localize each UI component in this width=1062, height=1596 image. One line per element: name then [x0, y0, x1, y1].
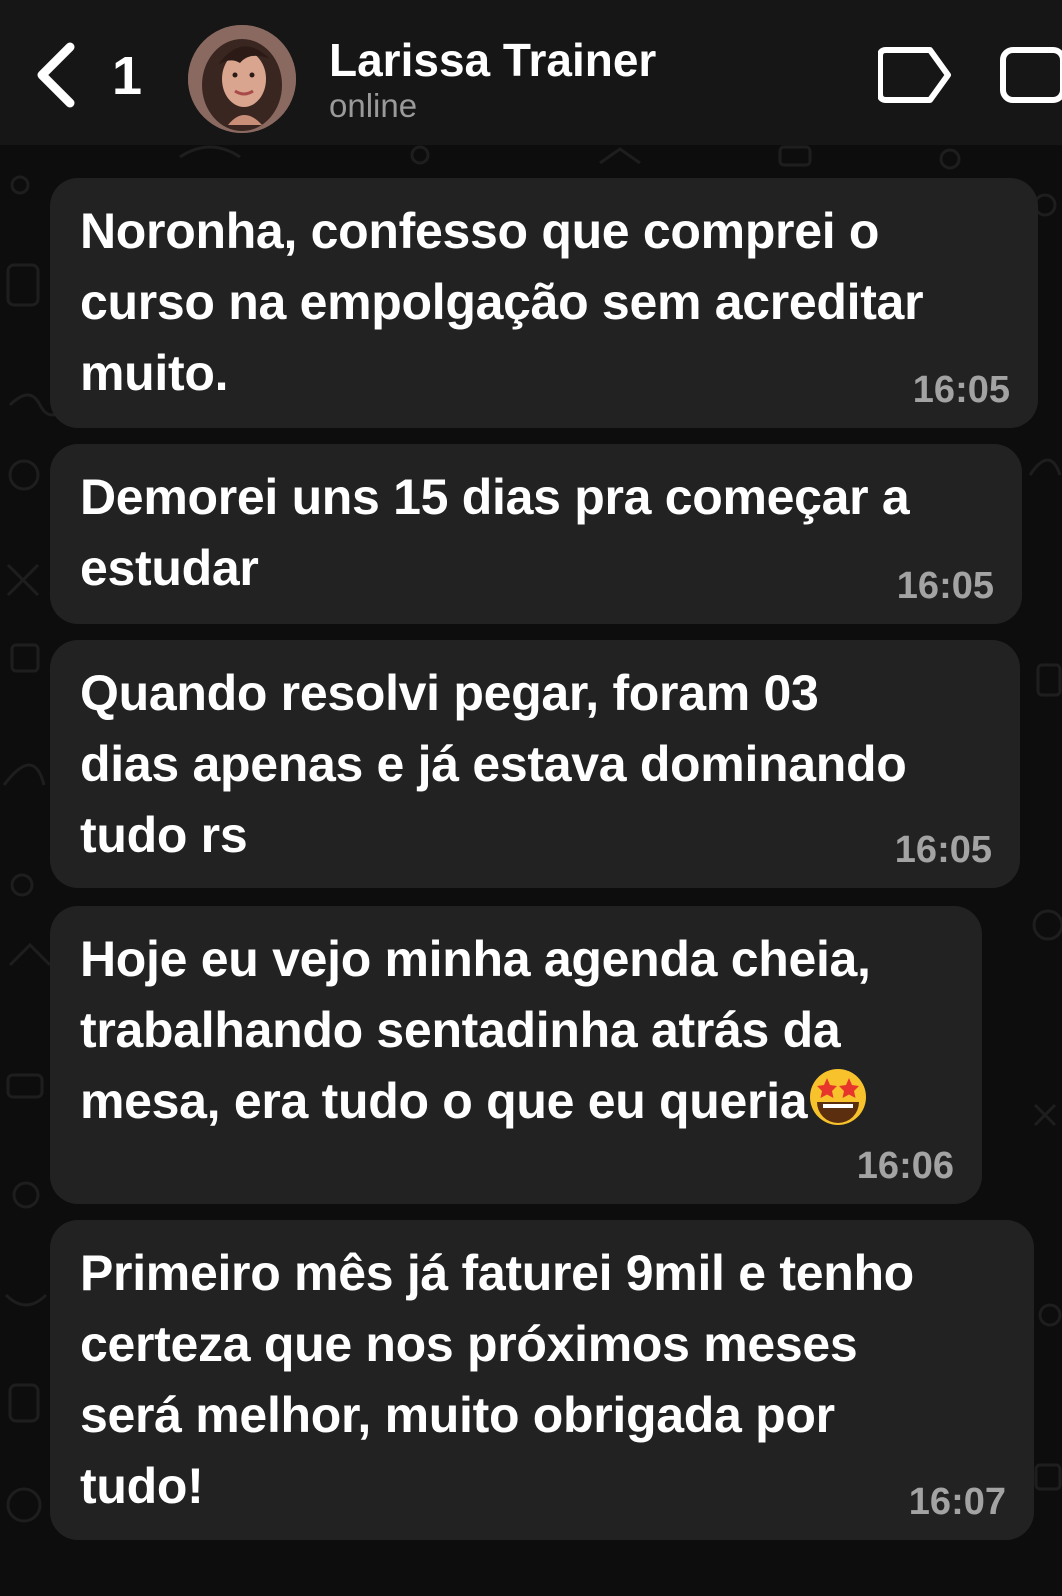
- chat-header: 1 Larissa Trainer online: [0, 0, 1062, 145]
- message-bubble[interactable]: Primeiro mês já faturei 9mil e tenho cer…: [50, 1220, 1034, 1540]
- unread-count: 1: [112, 46, 143, 106]
- message-timestamp: 16:06: [856, 1145, 954, 1187]
- avatar[interactable]: [188, 25, 296, 133]
- contact-name[interactable]: Larissa Trainer: [329, 32, 656, 88]
- video-call-icon[interactable]: [1000, 44, 1062, 111]
- label-tag-icon[interactable]: [877, 44, 954, 111]
- message-timestamp: 16:05: [912, 369, 1010, 411]
- message-timestamp: 16:07: [908, 1481, 1006, 1523]
- message-text: Noronha, confesso que comprei o curso na…: [80, 203, 924, 401]
- chat-screen: 1 Larissa Trainer online Noronha, confes…: [0, 0, 1062, 1596]
- message-text: Primeiro mês já faturei 9mil e tenho cer…: [80, 1245, 914, 1514]
- star-struck-emoji-icon: [807, 1066, 869, 1128]
- message-text: Demorei uns 15 dias pra começar a estuda…: [80, 469, 910, 596]
- message-text-content: Hoje eu vejo minha agenda cheia, trabalh…: [80, 931, 871, 1129]
- message-timestamp: 16:05: [896, 565, 994, 607]
- message-text: Quando resolvi pegar, foram 03 dias apen…: [80, 665, 907, 863]
- message-bubble[interactable]: Hoje eu vejo minha agenda cheia, trabalh…: [50, 906, 982, 1204]
- contact-status: online: [329, 87, 418, 124]
- message-text: Hoje eu vejo minha agenda cheia, trabalh…: [80, 924, 952, 1137]
- message-bubble[interactable]: Demorei uns 15 dias pra começar a estuda…: [50, 444, 1022, 624]
- message-bubble[interactable]: Quando resolvi pegar, foram 03 dias apen…: [50, 640, 1020, 888]
- message-timestamp: 16:05: [894, 829, 992, 871]
- back-button[interactable]: 1: [34, 40, 154, 110]
- message-bubble[interactable]: Noronha, confesso que comprei o curso na…: [50, 178, 1038, 428]
- chevron-left-icon: [34, 41, 78, 109]
